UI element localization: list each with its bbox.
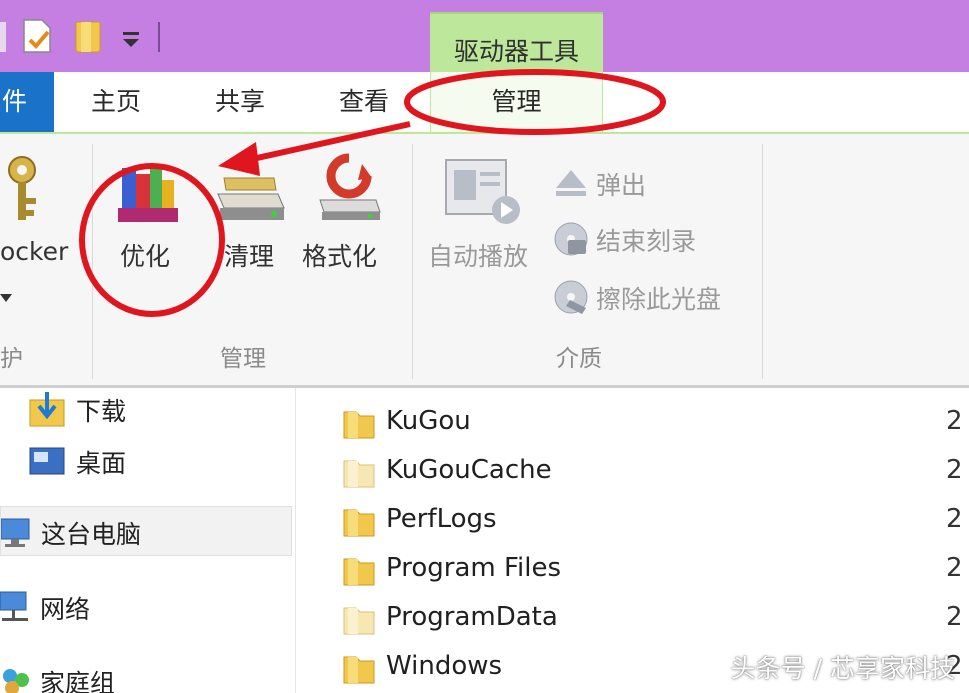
tab-share[interactable]: 共享 xyxy=(192,72,288,132)
drive-tools-context-header: 驱动器工具 xyxy=(430,12,603,72)
file-row[interactable]: PerfLogs 2 xyxy=(296,496,969,545)
eject-label: 弹出 xyxy=(596,171,647,200)
group-divider xyxy=(92,144,93,379)
file-list: KuGou 2 KuGouCache 2 PerfLogs 2 Program Files 2… xyxy=(296,388,969,693)
file-date: 2 xyxy=(946,553,963,583)
nav-label: 这台电脑 xyxy=(41,520,142,549)
eject-icon xyxy=(554,168,588,202)
autoplay-icon xyxy=(444,158,524,232)
nav-item-this-pc[interactable]: 这台电脑 xyxy=(0,506,292,556)
toolbar-separator-icon xyxy=(158,22,162,56)
tab-view[interactable]: 查看 xyxy=(316,72,412,132)
bitlocker-key-icon xyxy=(0,154,46,238)
navigation-pane: 下载 桌面 这台电脑 网络 家庭组 xyxy=(0,388,296,693)
defrag-icon xyxy=(116,164,186,230)
finish-burning-label: 结束刻录 xyxy=(596,227,697,256)
nav-item-downloads[interactable]: 下载 xyxy=(0,384,292,434)
erase-disc-button[interactable]: 擦除此光盘 xyxy=(552,274,762,318)
tab-manage[interactable]: 管理 xyxy=(430,72,603,132)
autoplay-label: 自动播放 xyxy=(428,242,529,271)
file-name: KuGou xyxy=(386,406,471,436)
eject-button[interactable]: 弹出 xyxy=(552,160,732,204)
folder-icon xyxy=(342,553,376,591)
disk-cleanup-icon xyxy=(214,174,288,228)
edge-icon[interactable] xyxy=(0,18,8,60)
dropdown-icon[interactable] xyxy=(120,30,144,54)
manage-group-label: 管理 xyxy=(220,346,266,372)
erase-disc-label: 擦除此光盘 xyxy=(596,285,722,314)
media-group-label: 介质 xyxy=(556,346,602,372)
file-name: Windows xyxy=(386,651,503,681)
file-name: PerfLogs xyxy=(386,504,497,534)
properties-icon[interactable] xyxy=(20,18,54,60)
optimize-button[interactable]: 优化 xyxy=(106,134,196,334)
nav-label: 桌面 xyxy=(76,449,127,478)
burn-disc-icon xyxy=(552,220,590,262)
protect-group-label: 护 xyxy=(0,346,23,372)
nav-label: 下载 xyxy=(76,397,127,426)
chevron-down-icon xyxy=(0,289,14,308)
watermark-text: 头条号 / 芯享家科技 xyxy=(730,654,955,683)
folder-icon xyxy=(342,406,376,444)
desktop-icon xyxy=(28,446,68,482)
folder-icon xyxy=(342,504,376,542)
context-tab-label: 驱动器工具 xyxy=(453,37,579,66)
folder-icon xyxy=(342,455,376,493)
tab-file[interactable]: 件 xyxy=(0,72,54,132)
file-row[interactable]: KuGou 2 xyxy=(296,398,969,447)
group-divider xyxy=(412,144,413,379)
nav-label: 网络 xyxy=(40,595,91,624)
file-row[interactable]: ProgramData 2 xyxy=(296,594,969,643)
ribbon-tabs: 件 主页 共享 查看 管理 xyxy=(0,72,969,134)
format-button[interactable]: 格式化 xyxy=(300,134,396,334)
file-row[interactable]: KuGouCache 2 xyxy=(296,447,969,496)
cleanup-button[interactable]: 清理 xyxy=(208,134,288,334)
nav-label: 家庭组 xyxy=(40,669,116,693)
folder-icon xyxy=(342,602,376,640)
network-icon xyxy=(0,590,32,628)
nav-item-network[interactable]: 网络 xyxy=(0,582,292,632)
bitlocker-button[interactable]: ocker xyxy=(0,134,80,334)
file-name: ProgramData xyxy=(386,602,558,632)
group-divider xyxy=(762,144,763,379)
format-label: 格式化 xyxy=(302,242,378,271)
new-folder-icon[interactable] xyxy=(72,18,106,60)
autoplay-button[interactable]: 自动播放 xyxy=(424,134,544,334)
file-date: 2 xyxy=(946,406,963,436)
file-date: 2 xyxy=(946,602,963,632)
file-name: Program Files xyxy=(386,553,562,583)
nav-item-homegroup[interactable]: 家庭组 xyxy=(0,656,292,693)
file-row[interactable]: Program Files 2 xyxy=(296,545,969,594)
optimize-label: 优化 xyxy=(120,242,171,271)
erase-disc-icon xyxy=(552,278,590,320)
tab-home[interactable]: 主页 xyxy=(70,72,162,132)
title-bar: 驱动器工具 xyxy=(0,0,969,72)
file-date: 2 xyxy=(946,504,963,534)
nav-item-desktop[interactable]: 桌面 xyxy=(0,436,292,486)
folder-icon xyxy=(342,651,376,689)
file-date: 2 xyxy=(946,455,963,485)
cleanup-label: 清理 xyxy=(224,242,275,271)
format-drive-icon xyxy=(314,152,384,226)
computer-icon xyxy=(0,517,33,553)
homegroup-icon xyxy=(0,666,32,693)
bitlocker-label: ocker xyxy=(0,237,69,266)
finish-burning-button[interactable]: 结束刻录 xyxy=(552,216,752,260)
downloads-icon xyxy=(28,392,68,432)
ribbon-panel: ocker 护 优化 清理 格式化 管理 自动播放 弹出 结束刻录 擦除此光盘 … xyxy=(0,134,969,388)
file-name: KuGouCache xyxy=(386,455,552,485)
